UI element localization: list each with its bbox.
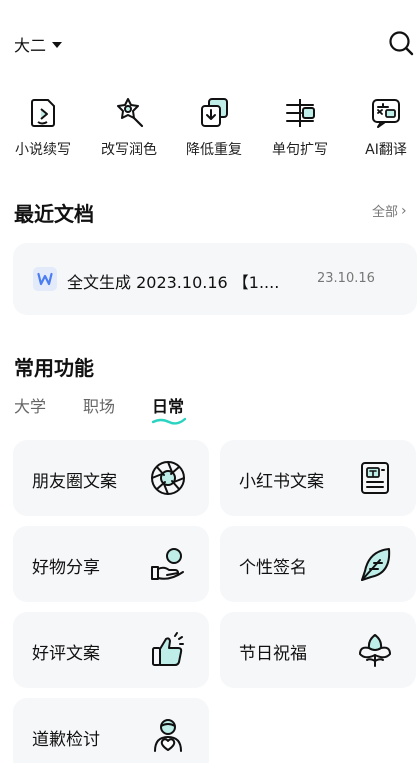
tab-workplace[interactable]: 职场 xyxy=(83,393,115,417)
recent-doc-card[interactable]: 全文生成 2023.10.16 【1.... 23.10.16 xyxy=(13,243,417,315)
quick-tools: 小说续写 改写润色 降低重复 单句扩写 AI翻译 xyxy=(0,96,420,168)
recent-docs-title: 最近文档 xyxy=(14,202,94,226)
flower-icon xyxy=(359,634,391,667)
feature-label: 节日祝福 xyxy=(239,644,307,664)
rewrite-polish-icon xyxy=(117,98,144,128)
search-icon[interactable] xyxy=(388,30,414,56)
doc-date: 23.10.16 xyxy=(317,271,375,286)
tool-novel-continue[interactable]: 小说续写 xyxy=(1,96,85,159)
thumbs-up-icon xyxy=(152,632,184,666)
reduce-duplicate-icon xyxy=(201,98,228,127)
feature-personal-signature[interactable]: 个性签名 xyxy=(220,526,416,602)
tool-sentence-expand[interactable]: 单句扩写 xyxy=(258,96,342,159)
top-bar: 大二 xyxy=(0,0,420,88)
novel-continue-icon xyxy=(31,99,55,127)
tool-reduce-duplicate[interactable]: 降低重复 xyxy=(172,96,256,159)
feature-holiday-wishes[interactable]: 节日祝福 xyxy=(220,612,416,688)
chevron-right-icon: › xyxy=(401,202,407,219)
caret-down-icon xyxy=(52,42,63,48)
tab-daily[interactable]: 日常 xyxy=(152,393,184,417)
feature-label: 好物分享 xyxy=(32,558,100,578)
view-all-label: 全部 xyxy=(372,205,399,220)
grade-selector[interactable]: 大二 xyxy=(14,32,63,56)
tool-ai-translate[interactable]: AI翻译 xyxy=(344,96,420,159)
tool-label: AI翻译 xyxy=(365,142,407,158)
tool-label: 小说续写 xyxy=(15,142,71,158)
doc-title: 全文生成 2023.10.16 【1.... xyxy=(67,273,280,292)
feature-xiaohongshu-copy[interactable]: 小红书文案 xyxy=(220,440,416,516)
feature-moments-copy[interactable]: 朋友圈文案 xyxy=(13,440,209,516)
features-title: 常用功能 xyxy=(14,356,94,380)
feather-pen-icon xyxy=(361,548,391,581)
apology-person-icon xyxy=(154,719,182,752)
ai-translate-icon xyxy=(372,99,400,128)
camera-aperture-icon xyxy=(151,461,185,495)
feature-label: 朋友圈文案 xyxy=(32,472,117,492)
active-tab-underline xyxy=(152,417,186,425)
sentence-expand-icon xyxy=(286,99,315,127)
hand-gift-icon xyxy=(151,548,184,580)
notebook-icon xyxy=(361,462,389,494)
feature-label: 好评文案 xyxy=(32,644,100,664)
feature-positive-review[interactable]: 好评文案 xyxy=(13,612,209,688)
view-all-link[interactable]: 全部 › xyxy=(372,201,407,221)
feature-label: 小红书文案 xyxy=(239,472,324,492)
tool-label: 降低重复 xyxy=(186,142,242,158)
tool-label: 改写润色 xyxy=(101,142,157,158)
feature-goods-share[interactable]: 好物分享 xyxy=(13,526,209,602)
word-doc-icon xyxy=(33,267,57,291)
tool-label: 单句扩写 xyxy=(272,142,328,158)
feature-apology[interactable]: 道歉检讨 xyxy=(13,698,209,763)
feature-label: 道歉检讨 xyxy=(32,730,100,750)
grade-label: 大二 xyxy=(14,36,47,55)
feature-label: 个性签名 xyxy=(239,558,307,578)
tab-university[interactable]: 大学 xyxy=(14,393,46,417)
tool-rewrite-polish[interactable]: 改写润色 xyxy=(87,96,171,159)
